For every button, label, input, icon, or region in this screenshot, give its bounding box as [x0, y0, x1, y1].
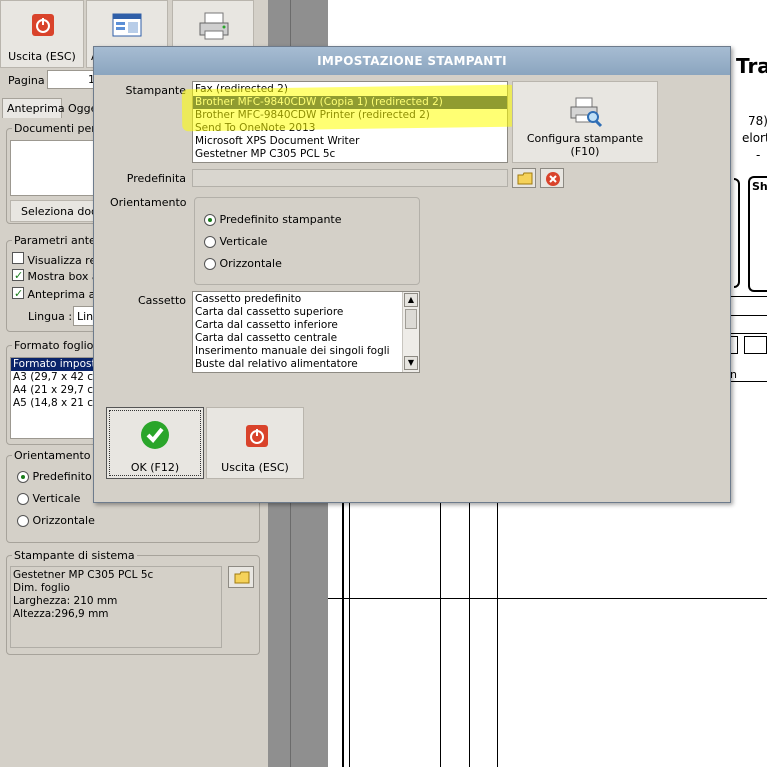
- scroll-thumb[interactable]: [405, 309, 417, 329]
- scroll-down-icon[interactable]: ▼: [404, 356, 418, 370]
- printer-search-icon: [570, 97, 603, 128]
- checkmark-icon: [141, 421, 169, 449]
- ok-button[interactable]: OK (F12): [106, 407, 204, 479]
- tab-anteprima[interactable]: Anteprima: [2, 98, 65, 118]
- checkbox-visualizza[interactable]: [12, 252, 24, 264]
- printer-label: Stampante: [125, 84, 186, 97]
- preview-box: [744, 336, 767, 354]
- preview-rule: [328, 598, 767, 599]
- tray-label: Cassetto: [137, 294, 186, 307]
- preview-email-fragment: elorth: [742, 131, 767, 145]
- page-label: Pagina: [8, 74, 45, 87]
- power-icon: [246, 425, 268, 447]
- checkbox-mostra-box[interactable]: [12, 269, 24, 281]
- dialog-title: IMPOSTAZIONE STAMPANTI: [94, 47, 730, 75]
- printer-item[interactable]: Brother MFC-9840CDW (Copia 1) (redirecte…: [193, 96, 507, 109]
- system-printer-group-title: Stampante di sistema: [12, 549, 137, 562]
- dialog-orientation-option[interactable]: Predefinito stampante: [204, 213, 342, 226]
- tray-scrollbar[interactable]: ▲ ▼: [402, 292, 419, 372]
- radio-orizzontale[interactable]: [204, 258, 216, 270]
- checkbox-anteprima[interactable]: [12, 287, 24, 299]
- cancel-button[interactable]: Uscita (ESC): [206, 407, 304, 479]
- preview-column-line: [497, 500, 498, 767]
- orientation-group-title: Orientamento: [12, 449, 93, 462]
- printer-settings-dialog: IMPOSTAZIONE STAMPANTI Stampante Fax (re…: [93, 46, 731, 503]
- select-documents-label: Seleziona docu: [21, 205, 105, 218]
- printer-item[interactable]: Brother MFC-9840CDW Printer (redirected …: [193, 109, 507, 122]
- dialog-orientation-option[interactable]: Verticale: [204, 235, 267, 248]
- tray-item[interactable]: Inserimento manuale dei singoli fogli: [193, 345, 419, 358]
- dialog-orientation-option[interactable]: Orizzontale: [204, 257, 282, 270]
- tray-list[interactable]: Cassetto predefinito Carta dal cassetto …: [192, 291, 420, 373]
- configure-printer-label: Configura stampante (F10): [526, 132, 644, 158]
- system-printer-line: Larghezza: 210 mm: [13, 595, 118, 607]
- preview-box: [748, 176, 767, 292]
- preview-sh-label: Sh: [752, 180, 767, 193]
- tray-item[interactable]: Cassetto predefinito: [193, 293, 419, 306]
- scroll-up-icon[interactable]: ▲: [404, 293, 418, 307]
- orientation-option[interactable]: Orizzontale: [17, 514, 95, 527]
- tab-anteprima-label: Anteprima: [7, 102, 65, 115]
- system-printer-folder-button[interactable]: [228, 566, 254, 588]
- folder-icon: [234, 571, 250, 584]
- folder-icon: [517, 172, 533, 185]
- ok-label: OK (F12): [130, 461, 180, 474]
- radio-verticale[interactable]: [17, 493, 29, 505]
- printer-item[interactable]: Gestetner MP C305 PCL 5c: [193, 148, 507, 161]
- configure-printer-button[interactable]: Configura stampante (F10): [512, 81, 658, 163]
- dialog-orientation-label: Orientamento: [110, 196, 187, 209]
- page-input[interactable]: 1: [47, 70, 97, 89]
- preview-column-line: [469, 500, 470, 767]
- system-printer-line: Altezza:296,9 mm: [13, 608, 109, 620]
- param-mostra-box[interactable]: Mostra box ab: [12, 269, 106, 283]
- orientation-option-label: Verticale: [32, 492, 81, 505]
- radio-predefinito[interactable]: [17, 471, 29, 483]
- language-label: Lingua :: [28, 310, 73, 323]
- delete-icon: [546, 172, 560, 186]
- tray-item[interactable]: Carta dal cassetto centrale: [193, 332, 419, 345]
- preview-n-label: n: [730, 368, 737, 381]
- dialog-orientation-option-label: Verticale: [219, 235, 268, 248]
- system-printer-info: Gestetner MP C305 PCL 5c Dim. foglio Lar…: [10, 566, 222, 648]
- radio-orizzontale[interactable]: [17, 515, 29, 527]
- default-label: Predefinita: [126, 172, 186, 185]
- exit-toolbar-label: Uscita (ESC): [8, 50, 76, 63]
- radio-verticale[interactable]: [204, 236, 216, 248]
- tray-item[interactable]: Carta dal cassetto inferiore: [193, 319, 419, 332]
- radio-predefinito-stampante[interactable]: [204, 214, 216, 226]
- preview-phone-fragment: 78)526: [748, 114, 767, 128]
- preview-title-fragment: Tra: [736, 54, 767, 78]
- window-icon: [112, 13, 142, 37]
- exit-toolbar-button[interactable]: Uscita (ESC): [0, 0, 84, 68]
- preview-column-line: [349, 500, 350, 767]
- preview-column-line: [342, 500, 344, 767]
- system-printer-line: Dim. foglio: [13, 582, 70, 594]
- tray-item[interactable]: Buste dal relativo alimentatore: [193, 358, 419, 371]
- printer-item[interactable]: Microsoft XPS Document Writer: [193, 135, 507, 148]
- printer-item[interactable]: Send To OneNote 2013: [193, 122, 507, 135]
- preview-column-line: [440, 500, 441, 767]
- printer-item[interactable]: Fax (redirected 2): [193, 83, 507, 96]
- orientation-option[interactable]: Verticale: [17, 492, 80, 505]
- printer-icon: [199, 12, 229, 40]
- orientation-option-label: Orizzontale: [32, 514, 95, 527]
- preview-box: [734, 178, 740, 288]
- dialog-orientation-option-label: Predefinito stampante: [219, 213, 342, 226]
- system-printer-line: Gestetner MP C305 PCL 5c: [13, 569, 154, 581]
- cancel-label: Uscita (ESC): [221, 461, 289, 474]
- default-printer-field[interactable]: [192, 169, 508, 187]
- default-folder-button[interactable]: [512, 168, 536, 188]
- power-icon: [32, 14, 54, 36]
- tray-item[interactable]: Carta dal cassetto superiore: [193, 306, 419, 319]
- preview-dash: -: [756, 148, 761, 162]
- format-group-title: Formato foglio: [12, 339, 96, 352]
- default-clear-button[interactable]: [540, 168, 564, 188]
- printer-list[interactable]: Fax (redirected 2) Brother MFC-9840CDW (…: [192, 81, 508, 163]
- dialog-orientation-option-label: Orizzontale: [219, 257, 282, 270]
